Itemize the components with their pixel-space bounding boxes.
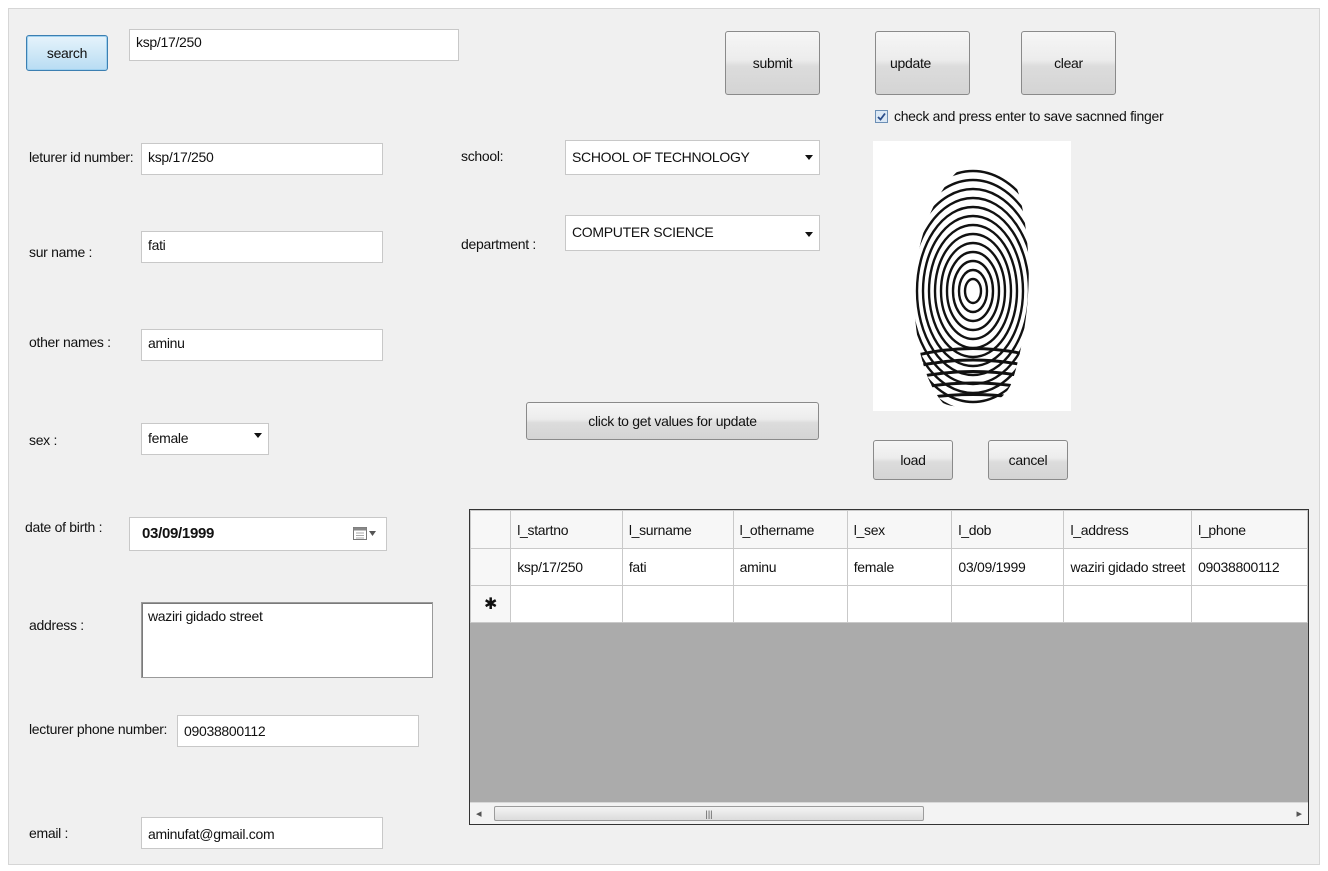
sex-dropdown[interactable]: female <box>141 423 269 455</box>
surname-label: sur name : <box>29 244 93 260</box>
clear-button[interactable]: clear <box>1021 31 1116 95</box>
save-finger-checkbox[interactable] <box>875 109 888 123</box>
column-header[interactable]: l_phone <box>1191 510 1308 549</box>
grid-cell[interactable] <box>621 585 734 623</box>
grid-cell[interactable] <box>951 585 1065 623</box>
chevron-down-icon <box>805 155 813 160</box>
grid-cell[interactable] <box>846 585 953 623</box>
address-label: address : <box>29 617 84 633</box>
column-header[interactable]: l_othername <box>732 510 848 549</box>
grid-cell[interactable] <box>732 585 848 623</box>
department-label: department : <box>461 236 536 252</box>
grid-cell[interactable]: female <box>846 548 953 586</box>
save-finger-checkbox-row[interactable]: check and press enter to save sacnned fi… <box>875 108 1164 124</box>
email-input[interactable]: aminufat@gmail.com <box>141 817 383 849</box>
grid-cell[interactable] <box>510 585 623 623</box>
column-header[interactable]: l_dob <box>951 510 1065 549</box>
grip-icon: ||| <box>705 809 713 819</box>
row-header-corner <box>470 510 512 549</box>
department-dropdown[interactable]: COMPUTER SCIENCE <box>565 215 820 251</box>
load-button[interactable]: load <box>873 440 953 480</box>
school-dropdown[interactable]: SCHOOL OF TECHNOLOGY <box>565 140 820 175</box>
other-names-label: other names : <box>29 334 111 350</box>
lecturer-id-input[interactable]: ksp/17/250 <box>141 143 383 175</box>
other-names-input[interactable]: aminu <box>141 329 383 361</box>
update-button[interactable]: update <box>875 31 970 95</box>
search-button[interactable]: search <box>26 35 108 71</box>
email-label: email : <box>29 825 69 841</box>
scrollbar-thumb[interactable]: ||| <box>494 806 924 821</box>
new-row[interactable]: ✱ <box>470 585 1308 623</box>
fingerprint-image <box>873 141 1071 411</box>
grid-cell[interactable] <box>1191 585 1308 623</box>
column-header[interactable]: l_startno <box>510 510 623 549</box>
sex-label: sex : <box>29 432 58 448</box>
save-finger-checkbox-label: check and press enter to save sacnned fi… <box>894 108 1164 124</box>
dob-datepicker[interactable]: 03/09/1999 <box>129 517 387 551</box>
column-header[interactable]: l_address <box>1063 510 1193 549</box>
grid-cell[interactable]: waziri gidado street <box>1063 548 1193 586</box>
grid-cell[interactable]: fati <box>621 548 734 586</box>
submit-button[interactable]: submit <box>725 31 820 95</box>
lecturer-registration-form: search ksp/17/250 submit update clear ch… <box>8 8 1320 865</box>
lecturer-id-label: leturer id number: <box>29 149 134 165</box>
lecturers-data-grid[interactable]: l_startno l_surname l_othername l_sex l_… <box>469 509 1309 825</box>
address-textarea[interactable]: waziri gidado street <box>141 602 433 678</box>
row-header[interactable] <box>470 548 512 586</box>
chevron-down-icon <box>254 433 262 438</box>
scroll-right-arrow-icon[interactable]: ▸ <box>1296 807 1302 820</box>
data-grid-table: l_startno l_surname l_othername l_sex l_… <box>470 510 1308 623</box>
phone-input[interactable]: 09038800112 <box>177 715 419 747</box>
dob-label: date of birth : <box>25 519 103 535</box>
grid-cell[interactable]: ksp/17/250 <box>510 548 623 586</box>
column-header[interactable]: l_sex <box>846 510 953 549</box>
grid-cell[interactable]: aminu <box>732 548 848 586</box>
column-header[interactable]: l_surname <box>621 510 734 549</box>
grid-header-row: l_startno l_surname l_othername l_sex l_… <box>470 510 1308 549</box>
phone-label: lecturer phone number: <box>29 721 168 737</box>
cancel-button[interactable]: cancel <box>988 440 1068 480</box>
chevron-down-icon <box>805 232 813 237</box>
surname-input[interactable]: fati <box>141 231 383 263</box>
scroll-left-arrow-icon[interactable]: ◂ <box>476 807 482 820</box>
school-label: school: <box>461 148 504 164</box>
grid-cell[interactable] <box>1063 585 1193 623</box>
grid-cell[interactable]: 03/09/1999 <box>951 548 1065 586</box>
table-row[interactable]: ksp/17/250 fati aminu female 03/09/1999 … <box>470 548 1308 586</box>
new-row-marker-icon: ✱ <box>470 585 512 623</box>
search-input[interactable]: ksp/17/250 <box>129 29 459 61</box>
get-values-for-update-button[interactable]: click to get values for update <box>526 402 819 440</box>
horizontal-scrollbar[interactable]: ◂ ||| ▸ <box>470 802 1308 824</box>
calendar-icon[interactable] <box>353 527 376 540</box>
grid-cell[interactable]: 09038800112 <box>1191 548 1308 586</box>
